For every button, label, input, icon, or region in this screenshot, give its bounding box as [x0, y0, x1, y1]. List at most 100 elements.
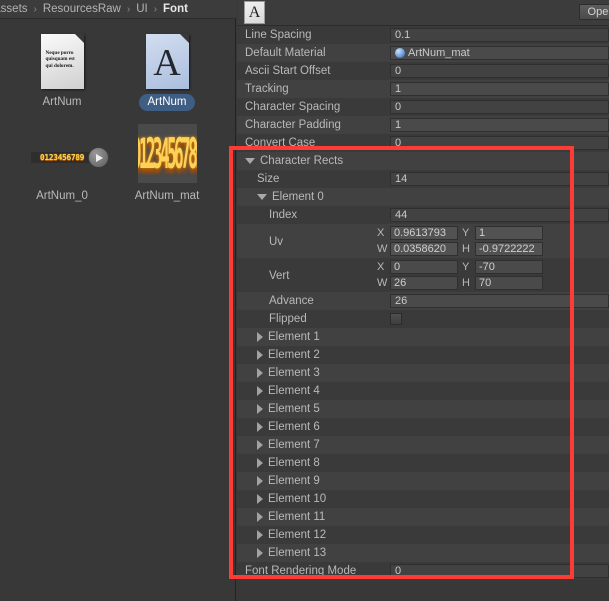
document-preview-text: Neque porro quisquam est qui dolorem.	[45, 50, 75, 69]
chevron-right-icon[interactable]	[257, 440, 263, 450]
property-value-field[interactable]: 1	[390, 82, 609, 96]
vector4-field: X 0.9613793 Y 1 W 0.0358620 H -0.9722222	[237, 224, 609, 258]
property-label-wrap: Font Rendering Mode	[237, 562, 356, 580]
property-label-wrap: Convert Case	[237, 134, 315, 152]
property-label: Font Rendering Mode	[245, 565, 357, 577]
chevron-right-icon[interactable]	[257, 350, 263, 360]
property-row: Element 2	[237, 346, 609, 364]
property-label: Character Spacing	[245, 101, 341, 113]
checkbox[interactable]	[390, 313, 402, 325]
font-asset-icon: A	[244, 1, 265, 24]
property-label: Element 12	[268, 529, 327, 541]
property-label-wrap: Line Spacing	[237, 26, 312, 44]
chevron-down-icon[interactable]	[245, 158, 255, 164]
chevron-right-icon[interactable]	[257, 548, 263, 558]
chevron-right-icon[interactable]	[257, 458, 263, 468]
breadcrumb: Assets › ResourcesRaw › UI › Font	[0, 0, 236, 19]
chevron-right-icon[interactable]	[257, 512, 263, 522]
property-value-field[interactable]: 14	[390, 172, 609, 186]
vector-input-x[interactable]: 0	[390, 260, 458, 274]
property-label-wrap: Element 3	[237, 364, 320, 382]
vector-input-w[interactable]: 0.0358620	[390, 242, 458, 256]
breadcrumb-item-assets[interactable]: Assets	[0, 3, 29, 15]
asset-item[interactable]: A ArtNum	[115, 23, 219, 111]
object-reference-field[interactable]: ArtNum_mat	[390, 46, 609, 60]
vector-input-h[interactable]: -0.9722222	[475, 242, 543, 256]
vector-component-h: H 70	[462, 276, 543, 290]
property-value-field[interactable]: 1	[390, 118, 609, 132]
asset-thumbnail[interactable]: Neque porro quisquam est qui dolorem.	[10, 23, 114, 89]
property-row: Convert Case 0	[237, 134, 609, 152]
property-label-wrap: Index	[237, 206, 297, 224]
property-label: Character Padding	[245, 119, 341, 131]
property-value-field[interactable]: 0	[390, 100, 609, 114]
asset-thumbnail[interactable]: 0123456789	[115, 117, 219, 183]
chevron-right-icon[interactable]	[257, 530, 263, 540]
property-label: Element 7	[268, 439, 320, 451]
property-label-wrap: Element 1	[237, 328, 320, 346]
breadcrumb-item-font[interactable]: Font	[162, 3, 189, 15]
chevron-right-icon[interactable]	[257, 368, 263, 378]
chevron-right-icon[interactable]	[257, 404, 263, 414]
preview-play-icon[interactable]	[88, 147, 109, 168]
property-value-field[interactable]: 44	[390, 208, 609, 222]
property-row: Tracking 1	[237, 80, 609, 98]
property-row: Element 6	[237, 418, 609, 436]
font-file-icon: A	[145, 34, 189, 89]
asset-item[interactable]: Neque porro quisquam est qui dolorem. Art…	[10, 23, 114, 111]
property-row: Font Rendering Mode 0	[237, 562, 609, 580]
property-value-field[interactable]: 26	[390, 294, 609, 308]
property-label: Element 3	[268, 367, 320, 379]
property-row: Element 8	[237, 454, 609, 472]
asset-label[interactable]: ArtNum	[138, 94, 196, 111]
breadcrumb-item-resourcesraw[interactable]: ResourcesRaw	[42, 3, 122, 15]
property-label: Ascii Start Offset	[245, 65, 331, 77]
vector-input-h[interactable]: 70	[475, 276, 543, 290]
property-value-field[interactable]: 0	[390, 564, 609, 578]
chevron-right-icon[interactable]	[257, 386, 263, 396]
breadcrumb-item-ui[interactable]: UI	[135, 3, 149, 15]
property-label-wrap: Element 10	[237, 490, 326, 508]
texture-preview-digits: 0123456789	[39, 153, 85, 162]
property-label-wrap: Element 8	[237, 454, 320, 472]
asset-thumbnail[interactable]: A	[115, 23, 219, 89]
property-label: Tracking	[245, 83, 289, 95]
asset-item[interactable]: 0123456789 ArtNum_mat	[115, 117, 219, 205]
property-label-wrap: Size	[237, 170, 279, 188]
vector-component-w: W 0.0358620	[377, 242, 458, 256]
property-label-wrap: Default Material	[237, 44, 326, 62]
project-browser-panel: Assets › ResourcesRaw › UI › Font Neque porro …	[0, 0, 236, 601]
property-value-field[interactable]: 0.1	[390, 28, 609, 42]
property-label: Default Material	[245, 47, 326, 59]
vector-input-y[interactable]: -70	[475, 260, 543, 274]
open-button[interactable]: Open	[579, 4, 609, 20]
property-label-wrap: Element 0	[237, 188, 324, 206]
chevron-right-icon[interactable]	[257, 476, 263, 486]
chevron-down-icon[interactable]	[257, 194, 267, 200]
asset-label[interactable]: ArtNum_0	[27, 188, 97, 205]
asset-label[interactable]: ArtNum	[34, 94, 91, 111]
property-value-field[interactable]: 0	[390, 136, 609, 150]
asset-label[interactable]: ArtNum_mat	[126, 188, 209, 205]
vector-component-y: Y1	[462, 226, 543, 240]
property-label-wrap: Element 4	[237, 382, 320, 400]
asset-item[interactable]: 0123456789 ArtNum_0	[10, 117, 114, 205]
property-row: Uv X 0.9613793 Y 1 W 0.0358620 H -0.9722222	[237, 224, 609, 258]
vector-input-y[interactable]: 1	[475, 226, 543, 240]
chevron-right-icon[interactable]	[257, 422, 263, 432]
chevron-right-icon[interactable]	[257, 332, 263, 342]
property-value-field[interactable]: 0	[390, 64, 609, 78]
property-row: Character Padding 1	[237, 116, 609, 134]
vector4-field: X 0 Y -70 W 26 H 70	[237, 258, 609, 292]
vector-input-w[interactable]: 26	[390, 276, 458, 290]
chevron-right-icon[interactable]	[257, 494, 263, 504]
property-row: Character Spacing 0	[237, 98, 609, 116]
vector-component-x: X 0.9613793	[377, 226, 458, 240]
property-row: Element 12	[237, 526, 609, 544]
material-sphere-icon	[395, 48, 405, 58]
property-row: Element 0	[237, 188, 609, 206]
asset-thumbnail[interactable]: 0123456789	[10, 117, 114, 183]
property-row: Advance 26	[237, 292, 609, 310]
property-row: Size 14	[237, 170, 609, 188]
vector-input-x[interactable]: 0.9613793	[390, 226, 458, 240]
